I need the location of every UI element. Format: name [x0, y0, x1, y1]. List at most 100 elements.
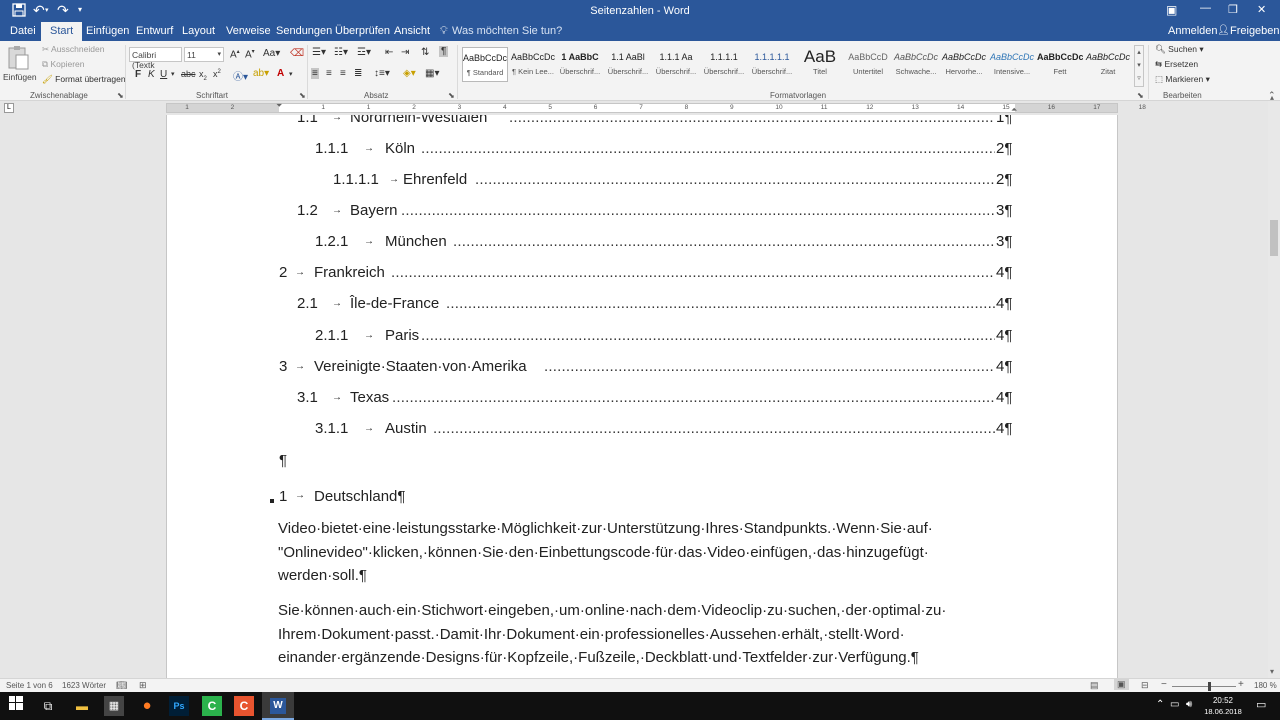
zoom-level[interactable]: 180 %: [1254, 681, 1277, 690]
toc-entry[interactable]: 3 → Vereinigte·Staaten·von·Amerika........…: [167, 358, 1119, 378]
zoom-out-icon[interactable]: −: [1161, 679, 1167, 690]
scroll-up-icon[interactable]: ▴: [1270, 93, 1274, 102]
strikethrough-icon[interactable]: abc: [181, 69, 196, 79]
tab-sendungen[interactable]: Sendungen: [276, 25, 332, 37]
bullets-icon[interactable]: ☰▾: [312, 47, 326, 58]
grow-font-icon[interactable]: A▴: [230, 48, 240, 60]
tab-layout[interactable]: Layout: [182, 25, 215, 37]
styles-scroll[interactable]: ▴ ▾ ▿: [1134, 45, 1144, 87]
share-button[interactable]: Freigeben: [1230, 25, 1280, 37]
tell-me-box[interactable]: Was möchten Sie tun?: [452, 25, 562, 37]
clock-date[interactable]: 18.06.2018: [1203, 707, 1243, 716]
scroll-down-icon[interactable]: ▾: [1270, 667, 1274, 676]
italic-icon[interactable]: K: [148, 69, 155, 80]
vertical-scrollbar[interactable]: ▴ ▾: [1268, 93, 1280, 678]
select-button[interactable]: ⬚ Markieren ▾: [1155, 74, 1210, 85]
tray-expand-icon[interactable]: ⌃: [1156, 699, 1164, 710]
replace-button[interactable]: ⇆ Ersetzen: [1155, 59, 1198, 70]
toc-entry[interactable]: 2 → Frankreich............................…: [167, 264, 1119, 284]
numbering-icon[interactable]: ☷▾: [334, 47, 348, 58]
style-hervorhebung[interactable]: AaBbCcDc Hervorhe...: [941, 47, 987, 82]
task-view-icon[interactable]: ⧉: [38, 696, 58, 716]
toc-entry[interactable]: 1.1.1 → Köln..............................…: [167, 140, 1119, 160]
minimize-button[interactable]: —: [1200, 2, 1211, 14]
find-button[interactable]: 🔍︎ Suchen ▾: [1155, 44, 1204, 55]
font-color-icon[interactable]: A: [277, 68, 284, 79]
photoshop-icon[interactable]: Ps: [169, 696, 189, 716]
style-ueberschrift-1[interactable]: 1 AaBbC Überschrif...: [557, 47, 603, 82]
snagit-icon[interactable]: C: [234, 696, 254, 716]
style-zitat[interactable]: AaBbCcDc Zitat: [1085, 47, 1131, 82]
toc-entry[interactable]: 3.1.1 → Austin............................…: [167, 420, 1119, 440]
align-left-icon[interactable]: ≡: [311, 68, 319, 79]
bold-icon[interactable]: F: [135, 69, 141, 80]
windows-start-icon[interactable]: [6, 696, 26, 716]
toc-entry[interactable]: 2.1 → Île-de-France.......................…: [167, 295, 1119, 315]
style-schwache-hervorhebung[interactable]: AaBbCcDc Schwache...: [893, 47, 939, 82]
increase-indent-icon[interactable]: ⇥: [401, 47, 409, 58]
toc-entry[interactable]: 1.2 → Bayern..............................…: [167, 202, 1119, 222]
underline-dropdown-icon[interactable]: ▾: [171, 70, 175, 78]
body-paragraph[interactable]: Sie·können·auch·ein·Stichwort·eingeben,·…: [278, 599, 1008, 670]
signin-link[interactable]: Anmelden: [1168, 25, 1218, 37]
toc-entry[interactable]: 1.2.1 → München...........................…: [167, 233, 1119, 253]
highlight-icon[interactable]: ab▾: [253, 68, 269, 79]
text-effects-icon[interactable]: Ⓐ▾: [233, 68, 248, 83]
toc-entry[interactable]: 1.1.1.1 → Ehrenfeld.......................…: [167, 171, 1119, 191]
toc-entry[interactable]: 3.1 → Texas...............................…: [167, 389, 1119, 409]
indent-marker-icon[interactable]: ⏷: [276, 101, 282, 111]
style-ueberschrift-5[interactable]: 1.1.1.1.1 Überschrif...: [749, 47, 795, 82]
scrollbar-thumb[interactable]: [1270, 220, 1278, 256]
style-standard[interactable]: AaBbCcDc ¶ Standard: [462, 47, 508, 82]
calculator-icon[interactable]: ▦: [104, 696, 124, 716]
font-launcher-icon[interactable]: ⬊: [299, 91, 306, 100]
paragraph-launcher-icon[interactable]: ⬊: [448, 91, 455, 100]
shading-icon[interactable]: ◈▾: [403, 68, 416, 79]
page-count[interactable]: Seite 1 von 6: [6, 681, 53, 690]
toc-entry[interactable]: 1.1 → Nordrhein-Westfalen.................…: [167, 115, 1119, 129]
style-kein-leerraum[interactable]: AaBbCcDc ¶ Kein Lee...: [510, 47, 556, 82]
ribbon-display-icon[interactable]: ▣: [1166, 3, 1177, 17]
font-size-select[interactable]: 11 ▾: [184, 47, 224, 62]
close-button[interactable]: ✕: [1257, 3, 1266, 16]
styles-launcher-icon[interactable]: ⬊: [1137, 91, 1144, 100]
document-page[interactable]: 1.1 → Nordrhein-Westfalen.................…: [166, 115, 1118, 678]
tab-selector-icon[interactable]: L: [4, 103, 14, 113]
justify-icon[interactable]: ≣: [354, 68, 362, 79]
web-layout-icon[interactable]: ⊟: [1141, 680, 1149, 691]
tab-einfuegen[interactable]: Einfügen: [86, 25, 129, 37]
superscript-icon[interactable]: x2: [213, 69, 221, 79]
tab-verweise[interactable]: Verweise: [226, 25, 271, 37]
font-name-select[interactable]: Calibri (Textk: [129, 47, 182, 70]
zoom-slider-thumb[interactable]: [1208, 682, 1211, 691]
tab-ansicht[interactable]: Ansicht: [394, 25, 430, 37]
tab-entwurf[interactable]: Entwurf: [136, 25, 173, 37]
format-painter-button[interactable]: 🖌︎ Format übertragen: [42, 74, 126, 85]
decrease-indent-icon[interactable]: ⇤: [385, 47, 393, 58]
network-icon[interactable]: ▭: [1170, 699, 1179, 710]
font-color-dropdown-icon[interactable]: ▾: [289, 70, 293, 78]
file-explorer-icon[interactable]: ▬: [72, 696, 92, 716]
word-count[interactable]: 1623 Wörter: [62, 681, 106, 690]
tab-ueberpruefen[interactable]: Überprüfen: [335, 25, 390, 37]
tab-start[interactable]: Start: [41, 22, 83, 41]
cut-button[interactable]: ✂ Ausschneiden: [42, 44, 104, 55]
right-indent-marker-icon[interactable]: ⏶: [1011, 105, 1017, 115]
restore-button[interactable]: ❐: [1228, 3, 1238, 16]
clock-time[interactable]: 20:52: [1205, 696, 1241, 705]
align-right-icon[interactable]: ≡: [340, 68, 346, 79]
borders-icon[interactable]: ▦▾: [425, 68, 439, 79]
style-ueberschrift-4[interactable]: 1.1.1.1 Überschrif...: [701, 47, 747, 82]
firefox-icon[interactable]: ●: [137, 696, 157, 716]
multilevel-list-icon[interactable]: ☲▾: [357, 47, 371, 58]
style-titel[interactable]: AaB Titel: [797, 47, 843, 82]
camtasia-icon[interactable]: C: [202, 696, 222, 716]
copy-button[interactable]: ⧉ Kopieren: [42, 59, 84, 70]
body-paragraph[interactable]: Video·bietet·eine·leistungsstarke·Möglic…: [278, 517, 1008, 588]
proofing-icon[interactable]: 📖︎: [116, 680, 127, 691]
align-center-icon[interactable]: ≡: [326, 68, 332, 79]
subscript-icon[interactable]: x2: [199, 69, 207, 82]
clipboard-launcher-icon[interactable]: ⬊: [117, 91, 124, 100]
print-layout-icon[interactable]: ▣: [1114, 679, 1129, 690]
style-ueberschrift-2[interactable]: 1.1 AaBl Überschrif...: [605, 47, 651, 82]
